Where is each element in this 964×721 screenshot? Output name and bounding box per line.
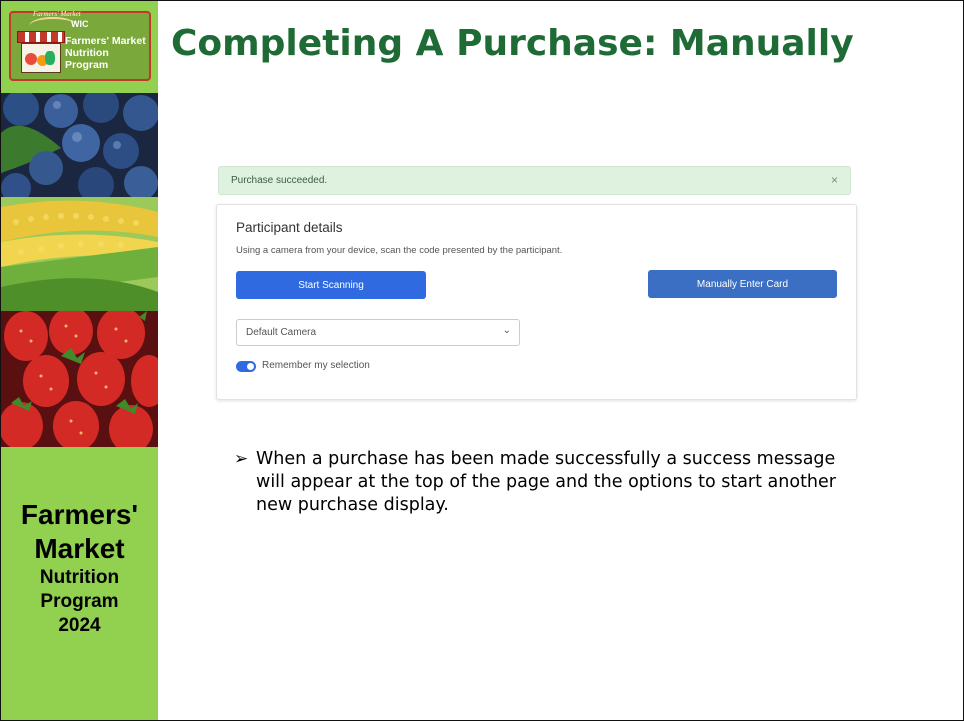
remember-selection-label: Remember my selection [262,360,370,371]
success-alert: Purchase succeeded. × [218,166,851,195]
sidebar-text-line5: 2024 [58,615,101,636]
remember-selection-toggle[interactable] [236,361,256,372]
alert-message: Purchase succeeded. [231,175,328,186]
logo-wic: WIC [71,19,89,29]
slide: Farmers' Market WIC Farmers' Market Nutr… [0,0,964,721]
toggle-knob [247,363,254,370]
blueberries-image [1,93,158,197]
bullet-text: When a purchase has been made successful… [256,449,836,515]
card-heading: Participant details [236,220,343,235]
program-logo: Farmers' Market WIC Farmers' Market Nutr… [9,10,151,81]
sidebar-program-text: Farmers' Market Nutrition Program 2024 [1,498,158,638]
slide-title: Completing A Purchase: Manually [171,23,854,64]
close-icon[interactable]: × [831,173,838,187]
camera-select[interactable]: Default Camera ⌄ [236,319,520,346]
sidebar: Farmers' Market WIC Farmers' Market Nutr… [1,1,158,720]
chevron-down-icon: ⌄ [502,325,511,336]
start-scanning-button[interactable]: Start Scanning [236,271,426,299]
sidebar-text-line3: Nutrition [39,567,120,588]
logo-text-line2: Nutrition Program [65,47,109,71]
pepper-icon [45,51,55,65]
camera-select-value: Default Camera [246,327,317,338]
participant-details-card: Participant details Using a camera from … [216,204,857,400]
strawberries-image [1,311,158,447]
logo-text: Farmers' Market Nutrition Program [65,35,149,71]
sidebar-text-line1: Farmers' [20,499,139,530]
corn-image [1,197,158,313]
manually-enter-card-button[interactable]: Manually Enter Card [648,270,837,298]
sidebar-text-line2: Market [34,533,125,564]
sidebar-text-line4: Program [40,591,119,612]
arrow-bullet-icon: ➢ [234,449,249,469]
logo-text-line1: Farmers' Market [65,35,146,47]
market-awning-icon [17,31,65,43]
logo-arc-text: Farmers' Market [33,10,81,18]
bullet-point: ➢ When a purchase has been made successf… [234,448,874,517]
apple-icon [25,53,37,65]
card-description: Using a camera from your device, scan th… [236,245,563,256]
